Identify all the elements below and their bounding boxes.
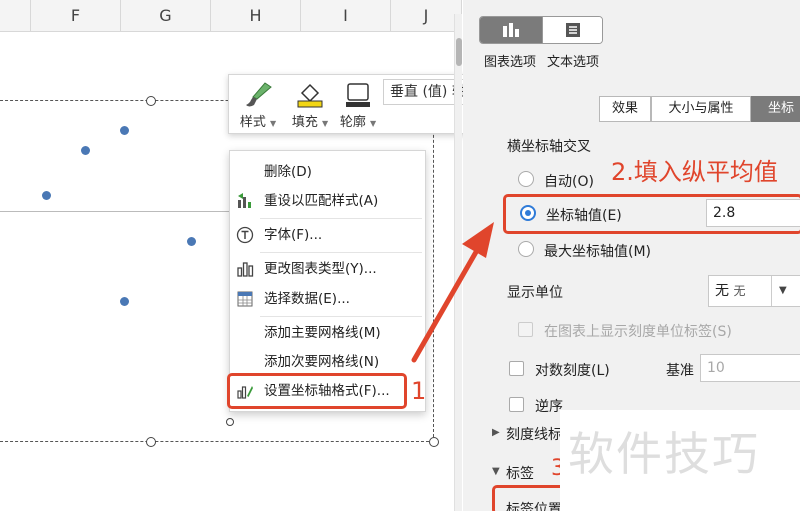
fill-bucket-icon	[297, 83, 323, 108]
display-unit-label: 显示单位	[507, 285, 563, 301]
watermark: 软件技巧	[568, 427, 760, 481]
show-unit-label-text: 在图表上显示刻度单位标签(S)	[544, 324, 732, 340]
collapse-arrow-icon[interactable]: ▼	[492, 466, 500, 477]
chart-options-button[interactable]	[480, 17, 542, 43]
chart-options-label: 图表选项	[484, 55, 537, 70]
log-scale-checkbox[interactable]	[509, 361, 524, 376]
select-divider	[771, 276, 772, 306]
tab-size-properties[interactable]: 大小与属性	[651, 96, 751, 122]
menu-separator	[260, 252, 422, 253]
dropdown-caret-icon: ▼	[322, 119, 329, 128]
fill-label: 填充	[291, 115, 318, 130]
menu-separator	[260, 218, 422, 219]
font-icon	[236, 226, 254, 244]
text-doc-icon	[566, 23, 580, 37]
menu-item-font[interactable]: 字体(F)...	[230, 222, 425, 248]
text-options-label: 文本选项	[547, 55, 600, 70]
radio-auto-label: 自动(O)	[544, 174, 594, 190]
section-tick-marks[interactable]: 刻度线标	[506, 424, 562, 444]
scatter-point[interactable]	[120, 126, 129, 135]
column-header-g[interactable]: G	[121, 0, 211, 32]
menu-item-label: 重设以匹配样式(A)	[264, 193, 379, 209]
dropdown-caret-icon: ▼	[779, 285, 787, 296]
panel-tabs: 效果 大小与属性 坐标	[599, 96, 800, 122]
show-unit-label-checkbox[interactable]	[518, 322, 533, 337]
fill-button[interactable]: 填充 ▼	[285, 79, 335, 133]
panel-segment-control	[479, 16, 603, 44]
column-header-h[interactable]: H	[211, 0, 301, 32]
log-scale-label: 对数刻度(L)	[535, 363, 610, 379]
radio-max-axis-value-label: 最大坐标轴值(M)	[544, 244, 652, 260]
outline-icon	[346, 83, 370, 107]
menu-separator	[260, 316, 422, 317]
outline-label: 轮廓	[339, 115, 366, 130]
display-unit-hint: 无	[733, 284, 746, 298]
bar-chart-icon	[503, 23, 519, 37]
column-header-f[interactable]: F	[31, 0, 121, 32]
chart-type-icon	[237, 262, 254, 277]
menu-item-select-data[interactable]: 选择数据(E)...	[230, 286, 425, 312]
menu-item-label: 更改图表类型(Y)...	[264, 261, 377, 277]
tab-axis[interactable]: 坐标	[751, 96, 800, 122]
menu-item-label: 删除(D)	[264, 164, 312, 180]
section-axis-cross: 横坐标轴交叉	[507, 139, 591, 155]
annotation-step1: 1	[411, 377, 427, 405]
column-header-i[interactable]: I	[301, 0, 391, 32]
dropdown-caret-icon: ▼	[370, 119, 377, 128]
highlight-box-step1	[227, 373, 407, 409]
scatter-point[interactable]	[120, 297, 129, 306]
text-options-button[interactable]	[542, 17, 602, 43]
expand-arrow-icon[interactable]: ▶	[492, 427, 500, 438]
menu-item-add-minor-gridlines[interactable]: 添加次要网格线(N)	[230, 349, 425, 375]
column-header-j[interactable]: J	[391, 0, 462, 32]
menu-item-label: 选择数据(E)...	[264, 291, 350, 307]
tab-effects[interactable]: 效果	[599, 96, 651, 122]
radio-max-axis-value[interactable]	[518, 241, 534, 257]
outline-button[interactable]: 轮廓 ▼	[333, 79, 383, 133]
base-input[interactable]: 10	[700, 354, 800, 382]
reverse-label: 逆序	[535, 399, 563, 415]
dropdown-caret-icon: ▼	[270, 119, 277, 128]
brush-icon	[246, 82, 272, 107]
select-data-icon	[237, 291, 253, 307]
menu-item-add-major-gridlines[interactable]: 添加主要网格线(M)	[230, 320, 425, 346]
menu-item-label: 添加次要网格线(N)	[264, 354, 380, 370]
highlight-box-step2	[503, 194, 800, 234]
horizontal-axis-line	[0, 211, 235, 212]
base-label: 基准	[666, 363, 694, 379]
menu-item-reset-style[interactable]: 重设以匹配样式(A)	[230, 188, 425, 214]
scrollbar-vertical[interactable]	[454, 14, 462, 511]
menu-item-label: 字体(F)...	[264, 227, 323, 243]
reset-style-icon	[238, 193, 251, 208]
menu-item-change-chart-type[interactable]: 更改图表类型(Y)...	[230, 256, 425, 282]
scatter-point[interactable]	[42, 191, 51, 200]
chart-resize-handle[interactable]	[429, 437, 439, 447]
scatter-point[interactable]	[81, 146, 90, 155]
section-labels[interactable]: 标签	[506, 463, 534, 483]
style-label: 样式	[239, 115, 266, 130]
style-button[interactable]: 样式 ▼	[233, 79, 283, 133]
menu-item-delete[interactable]: 删除(D)	[230, 159, 425, 185]
axis-handle[interactable]	[226, 418, 234, 426]
scrollbar-thumb[interactable]	[456, 38, 462, 66]
column-header-bar: F G H I J	[0, 0, 462, 32]
chart-resize-handle[interactable]	[146, 96, 156, 106]
annotation-step2: 2.填入纵平均值	[611, 158, 778, 186]
column-header-partial[interactable]	[0, 0, 31, 32]
reverse-checkbox[interactable]	[509, 397, 524, 412]
radio-auto[interactable]	[518, 171, 534, 187]
menu-item-label: 添加主要网格线(M)	[264, 325, 381, 341]
chart-resize-handle[interactable]	[146, 437, 156, 447]
scatter-point[interactable]	[187, 237, 196, 246]
display-unit-value: 无	[715, 283, 729, 299]
display-unit-select[interactable]: 无 无 ▼	[708, 275, 800, 307]
